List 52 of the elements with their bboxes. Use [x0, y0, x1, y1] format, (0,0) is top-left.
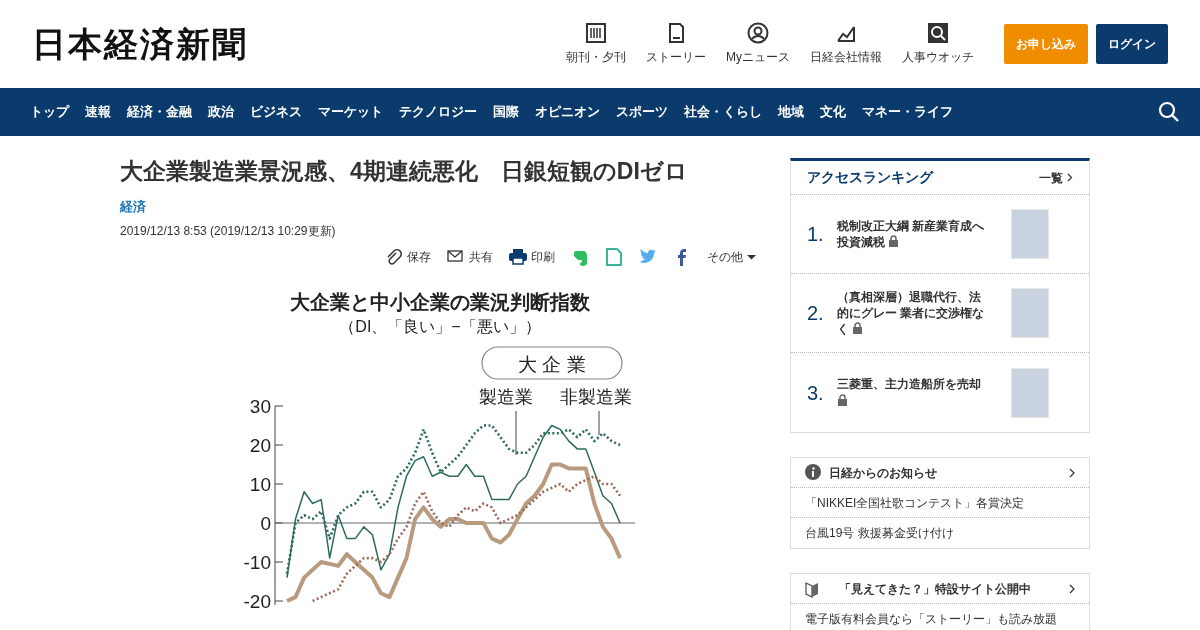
article-link[interactable]: 三菱重、主力造船所を売却 — [837, 376, 987, 409]
share-link[interactable]: その他 — [707, 248, 756, 267]
nav-link[interactable]: ビジネス — [250, 102, 302, 122]
share-link[interactable]: 共有 — [447, 248, 493, 267]
article-title: 大企業製造業景況感、4期連続悪化 日銀短観のDIゼロ — [120, 158, 689, 186]
notice-heading[interactable]: 「見えてきた？」特設サイト公開中 — [839, 579, 1031, 598]
nav-link[interactable]: 速報 — [85, 102, 111, 122]
nav-link[interactable]: オピニオン — [535, 102, 600, 122]
chart-badge: 大 企 業 — [481, 346, 623, 380]
rank-number: 1. — [807, 222, 825, 247]
nav-link[interactable]: 経済・金融 — [127, 102, 192, 122]
y-tick-label: -20 — [243, 590, 271, 612]
notice-link[interactable]: 「NIKKEI全国社歌コンテスト」各賞決定 — [791, 488, 1089, 518]
notice-heading[interactable]: 日経からのお知らせ — [829, 463, 937, 482]
panel-title: アクセスランキング — [807, 168, 933, 187]
login-button[interactable]: ログイン — [1096, 24, 1168, 64]
chart-subtitle: （DI、「良い」−「悪い」） — [339, 317, 541, 335]
nav-link[interactable]: スポーツ — [616, 102, 668, 122]
header-link[interactable]: Myニュース — [720, 48, 796, 66]
chart-annotation: 非製造業 — [560, 386, 632, 407]
y-tick-label: 20 — [249, 434, 271, 456]
article-date: 2019/12/13 8:53 (2019/12/13 10:29更新) — [120, 222, 337, 240]
y-tick-label: 30 — [249, 395, 271, 417]
nav-link[interactable]: テクノロジー — [399, 102, 477, 122]
header-link[interactable]: 朝刊・夕刊 — [560, 48, 632, 66]
nav-link[interactable]: マネー・ライフ — [862, 102, 953, 122]
rank-number: 2. — [807, 301, 825, 326]
share-link[interactable]: 保存 — [385, 248, 431, 267]
category-link[interactable]: 経済 — [120, 198, 146, 214]
header-link[interactable]: ストーリー — [640, 48, 712, 66]
more-link[interactable]: 一覧 — [1039, 168, 1073, 187]
y-tick-label: 10 — [249, 473, 271, 495]
chart-title: 大企業と中小企業の業況判断指数 — [290, 290, 590, 313]
notice-link[interactable]: 電子版有料会員なら「ストーリー」も読み放題 — [791, 604, 1089, 630]
y-tick-label: -10 — [243, 551, 271, 573]
site-logo[interactable]: 日本経済新聞 — [32, 18, 248, 70]
nav-link[interactable]: 政治 — [208, 102, 234, 122]
header-link[interactable]: 人事ウオッチ — [896, 48, 980, 66]
share-link[interactable]: 印刷 — [509, 248, 555, 267]
article-link[interactable]: （真相深層）退職代行、法的にグレー 業者に交渉権なく — [837, 288, 987, 338]
nav-link[interactable]: マーケット — [318, 102, 383, 122]
chart-annotation: 製造業 — [479, 386, 533, 407]
nav-link[interactable]: トップ — [30, 102, 69, 122]
article-link[interactable]: 税制改正大綱 新産業育成へ投資減税 — [837, 217, 987, 251]
header-link[interactable]: 日経会社情報 — [804, 48, 888, 66]
nav-link[interactable]: 地域 — [778, 102, 804, 122]
nav-link[interactable]: 国際 — [493, 102, 519, 122]
nav-link[interactable]: 文化 — [820, 102, 846, 122]
y-tick-label: 0 — [260, 512, 271, 534]
rank-number: 3. — [807, 380, 825, 406]
notice-link[interactable]: 台風19号 救援募金受け付け — [791, 518, 1089, 548]
nav-link[interactable]: 社会・くらし — [684, 102, 762, 122]
